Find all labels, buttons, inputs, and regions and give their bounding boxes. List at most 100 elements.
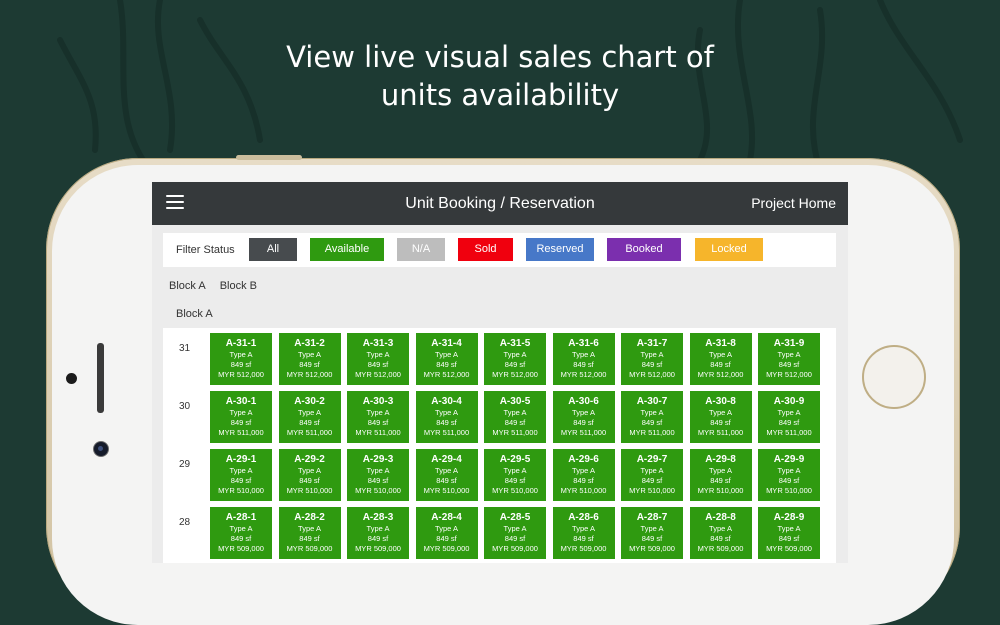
unit-code: A-28-4 — [431, 512, 462, 523]
floor-row: 30 A-30-1 Type A 849 sf MYR 511,000 A-30-2 Typ… — [163, 391, 836, 443]
phone-speaker — [97, 343, 104, 413]
unit-type: Type A — [572, 350, 595, 359]
unit-type: Type A — [435, 466, 458, 475]
unit-size: 849 sf — [230, 476, 252, 485]
unit-card[interactable]: A-28-4 Type A 849 sf MYR 509,000 — [415, 507, 478, 559]
unit-size: 849 sf — [504, 534, 526, 543]
unit-type: Type A — [572, 466, 595, 475]
floor-row: 31 A-31-1 Type A 849 sf MYR 512,000 A-31-2 Typ… — [163, 333, 836, 385]
block-panel: Block A 31 A-31-1 Type A 849 sf MYR 512,000 A… — [163, 301, 836, 563]
unit-card[interactable]: A-28-3 Type A 849 sf MYR 509,000 — [347, 507, 409, 559]
tab-block-a[interactable]: Block A — [169, 280, 206, 292]
unit-card[interactable]: A-31-1 Type A 849 sf MYR 512,000 — [210, 333, 272, 385]
unit-code: A-28-1 — [225, 512, 257, 523]
unit-card[interactable]: A-29-5 Type A 849 sf MYR 510,000 — [484, 449, 546, 501]
unit-card[interactable]: A-28-9 Type A 849 sf MYR 509,000 — [758, 507, 820, 559]
unit-price: MYR 509,000 — [218, 544, 264, 553]
unit-price: MYR 510,000 — [492, 486, 538, 495]
unit-card[interactable]: A-28-6 Type A 849 sf MYR 509,000 — [552, 507, 615, 559]
unit-size: 849 sf — [641, 534, 663, 543]
unit-card[interactable]: A-29-3 Type A 849 sf MYR 510,000 — [347, 449, 409, 501]
unit-card[interactable]: A-31-2 Type A 849 sf MYR 512,000 — [278, 333, 341, 385]
unit-price: MYR 509,000 — [492, 544, 538, 553]
unit-card[interactable]: A-30-8 Type A 849 sf MYR 511,000 — [689, 391, 752, 443]
unit-card[interactable]: A-29-2 Type A 849 sf MYR 510,000 — [278, 449, 341, 501]
unit-card[interactable]: A-31-3 Type A 849 sf MYR 512,000 — [347, 333, 409, 385]
filter-available-button[interactable]: Available — [310, 238, 384, 261]
unit-card[interactable]: A-30-6 Type A 849 sf MYR 511,000 — [552, 391, 615, 443]
unit-card[interactable]: A-30-4 Type A 849 sf MYR 511,000 — [415, 391, 478, 443]
unit-card[interactable]: A-31-9 Type A 849 sf MYR 512,000 — [758, 333, 820, 385]
unit-price: MYR 509,000 — [766, 544, 812, 553]
unit-price: MYR 509,000 — [629, 544, 675, 553]
unit-type: Type A — [640, 350, 664, 359]
unit-type: Type A — [366, 350, 390, 359]
unit-price: MYR 512,000 — [355, 370, 401, 379]
unit-size: 849 sf — [778, 360, 800, 369]
unit-card[interactable]: A-28-1 Type A 849 sf MYR 509,000 — [210, 507, 272, 559]
unit-card[interactable]: A-29-8 Type A 849 sf MYR 510,000 — [689, 449, 752, 501]
headline: View live visual sales chart of units av… — [0, 38, 1000, 114]
unit-type: Type A — [503, 350, 527, 359]
unit-card[interactable]: A-28-8 Type A 849 sf MYR 509,000 — [689, 507, 752, 559]
unit-card[interactable]: A-29-6 Type A 849 sf MYR 510,000 — [552, 449, 615, 501]
unit-size: 849 sf — [299, 534, 320, 543]
unit-card[interactable]: A-31-8 Type A 849 sf MYR 512,000 — [689, 333, 752, 385]
unit-type: Type A — [366, 524, 390, 533]
unit-size: 849 sf — [230, 418, 252, 427]
filter-na-button[interactable]: N/A — [397, 238, 445, 261]
project-home-link[interactable]: Project Home — [751, 182, 836, 225]
unit-type: Type A — [709, 524, 732, 533]
unit-code: A-31-1 — [225, 338, 257, 349]
unit-size: 849 sf — [710, 360, 731, 369]
unit-type: Type A — [435, 524, 458, 533]
filter-locked-button[interactable]: Locked — [695, 238, 763, 261]
filter-reserved-button[interactable]: Reserved — [526, 238, 594, 261]
unit-card[interactable]: A-30-1 Type A 849 sf MYR 511,000 — [210, 391, 272, 443]
unit-card[interactable]: A-30-5 Type A 849 sf MYR 511,000 — [484, 391, 546, 443]
unit-size: 849 sf — [504, 418, 526, 427]
unit-price: MYR 509,000 — [355, 544, 401, 553]
headline-line-2: units availability — [380, 78, 620, 112]
unit-code: A-28-5 — [499, 512, 531, 523]
unit-card[interactable]: A-29-9 Type A 849 sf MYR 510,000 — [758, 449, 820, 501]
unit-card[interactable]: A-31-7 Type A 849 sf MYR 512,000 — [621, 333, 683, 385]
unit-card[interactable]: A-30-7 Type A 849 sf MYR 511,000 — [621, 391, 683, 443]
unit-code: A-30-2 — [294, 396, 325, 407]
unit-card[interactable]: A-28-5 Type A 849 sf MYR 509,000 — [484, 507, 546, 559]
unit-code: A-28-3 — [362, 512, 394, 523]
unit-type: Type A — [709, 408, 732, 417]
headline-line-1: View live visual sales chart of — [286, 40, 714, 74]
unit-card[interactable]: A-30-3 Type A 849 sf MYR 511,000 — [347, 391, 409, 443]
unit-size: 849 sf — [299, 360, 320, 369]
filter-status-bar: Filter Status All Available N/A Sold Reserve… — [163, 233, 836, 267]
tab-block-b[interactable]: Block B — [220, 280, 257, 292]
home-button[interactable] — [862, 345, 926, 409]
unit-card[interactable]: A-31-5 Type A 849 sf MYR 512,000 — [484, 333, 546, 385]
phone-top-button — [236, 155, 302, 160]
unit-card[interactable]: A-30-9 Type A 849 sf MYR 511,000 — [758, 391, 820, 443]
unit-card[interactable]: A-31-6 Type A 849 sf MYR 512,000 — [552, 333, 615, 385]
unit-card[interactable]: A-29-1 Type A 849 sf MYR 510,000 — [210, 449, 272, 501]
unit-card[interactable]: A-29-7 Type A 849 sf MYR 510,000 — [621, 449, 683, 501]
unit-card[interactable]: A-31-4 Type A 849 sf MYR 512,000 — [415, 333, 478, 385]
unit-code: A-31-9 — [773, 338, 805, 349]
unit-card[interactable]: A-28-7 Type A 849 sf MYR 509,000 — [621, 507, 683, 559]
unit-type: Type A — [777, 408, 801, 417]
unit-card[interactable]: A-29-4 Type A 849 sf MYR 510,000 — [415, 449, 478, 501]
unit-code: A-29-3 — [362, 454, 394, 465]
unit-type: Type A — [298, 408, 321, 417]
filter-booked-button[interactable]: Booked — [607, 238, 681, 261]
unit-card[interactable]: A-30-2 Type A 849 sf MYR 511,000 — [278, 391, 341, 443]
filter-sold-button[interactable]: Sold — [458, 238, 513, 261]
unit-code: A-29-7 — [636, 454, 668, 465]
unit-size: 849 sf — [710, 534, 731, 543]
filter-status-label: Filter Status — [176, 244, 235, 256]
filter-all-button[interactable]: All — [249, 238, 297, 261]
unit-size: 849 sf — [641, 476, 663, 485]
block-tabs: Block A Block B — [169, 280, 271, 292]
unit-type: Type A — [777, 524, 801, 533]
unit-card[interactable]: A-28-2 Type A 849 sf MYR 509,000 — [278, 507, 341, 559]
floor-row: 28 A-28-1 Type A 849 sf MYR 509,000 A-28-2 Typ… — [163, 507, 836, 559]
unit-type: Type A — [229, 524, 253, 533]
